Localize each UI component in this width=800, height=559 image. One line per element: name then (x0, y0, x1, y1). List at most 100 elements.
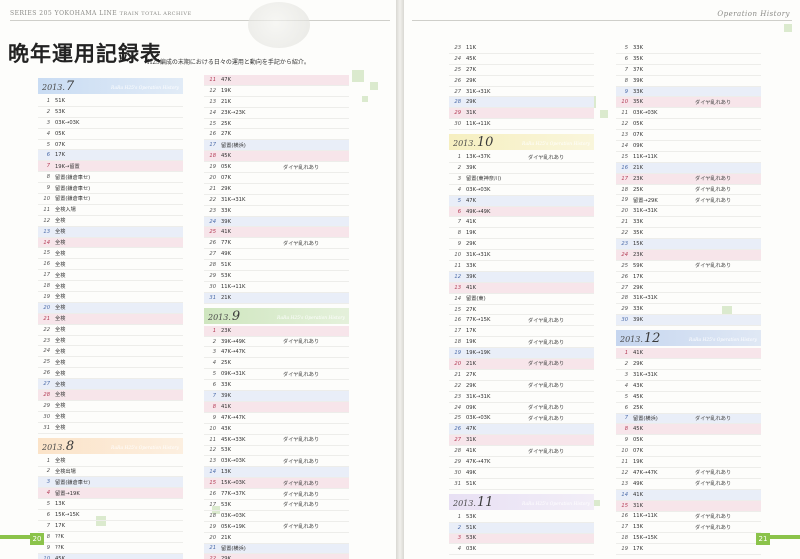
table-row: 12 39K (449, 271, 594, 283)
operation-value: 25K (221, 360, 232, 367)
day-number: 27 (43, 381, 50, 388)
operation-value: 留置(鎌倉車セ) (55, 479, 91, 486)
table-row: 15 25K (204, 119, 349, 130)
operation-value: 33K (633, 44, 644, 51)
operation-value: 全検 (55, 272, 66, 279)
day-number: 17 (209, 501, 216, 508)
operation-value: 05K→19K (221, 523, 246, 530)
day-number: 18 (43, 283, 50, 290)
table-row: 21 33K (616, 217, 761, 229)
table-row: 31 21K (204, 292, 349, 304)
day-number: 10 (209, 425, 216, 432)
decor-square (362, 96, 368, 102)
operation-value: 留置(鎌倉車セ) (55, 196, 91, 203)
day-number: 23 (43, 337, 50, 344)
day-number: 16 (454, 317, 461, 324)
table-row: 18 25K ダイヤ乱れあり (616, 185, 761, 196)
table-row: 4 43K (616, 381, 761, 392)
table-row: 23 11K (449, 43, 594, 54)
table-row: 17 17K (449, 326, 594, 338)
operation-value: 全検 (55, 403, 66, 410)
month-number: 11 (476, 494, 494, 510)
operation-note: ダイヤ乱れあり (695, 470, 732, 477)
day-number: 28 (454, 448, 461, 455)
day-number: 25 (43, 359, 50, 366)
table-row: 10 45K (38, 553, 183, 559)
day-number: 16 (621, 513, 628, 520)
table-row: 26 29K (449, 76, 594, 87)
table-row: 29 47K→47K (449, 457, 594, 468)
operation-value: 11K→11K (633, 153, 658, 160)
day-number: 3 (212, 349, 216, 356)
operation-value: 31K→31K (466, 88, 491, 95)
operation-value: 27K (221, 131, 232, 138)
operation-value: 留置(横浜) (633, 415, 658, 422)
operation-value: 49K (221, 251, 232, 258)
decor-square (352, 70, 364, 82)
table-row: 6 33K (204, 380, 349, 392)
day-number: 14 (621, 142, 628, 149)
table-row: 18 15K→15K (616, 533, 761, 545)
operation-value: 51K (466, 480, 477, 487)
operation-value: 51K (55, 97, 66, 104)
table-row: 6 25K (616, 403, 761, 414)
day-number: 30 (209, 283, 216, 290)
day-number: 25 (454, 415, 461, 422)
month-number: 10 (476, 135, 494, 151)
day-number: 21 (621, 219, 628, 226)
operation-value: 53K (466, 535, 477, 542)
operation-value: 07K (55, 141, 66, 148)
operation-value: 留置(東神奈川) (466, 176, 502, 183)
operation-value: 03K (466, 546, 477, 553)
operation-value: 77K (221, 240, 232, 247)
operation-value: 51K (221, 262, 232, 269)
day-number: 7 (46, 163, 50, 170)
day-number: 14 (43, 239, 50, 246)
operation-value: 21K (221, 98, 232, 105)
day-number: 17 (621, 175, 628, 182)
table-row: 21 留置(横浜) (204, 543, 349, 555)
table-row: 9 ??K (38, 543, 183, 554)
table-row: 19 留置→29K ダイヤ乱れあり (616, 195, 761, 207)
operation-value: 全検 (55, 229, 66, 236)
table-row: 22 全検 (38, 325, 183, 336)
day-number: 22 (209, 196, 216, 203)
table-row: 17 23K ダイヤ乱れあり (616, 173, 761, 185)
table-row: 25 41K (204, 227, 349, 239)
day-number: 30 (454, 121, 461, 128)
day-number: 11 (209, 76, 216, 83)
operation-value: 全検出場 (55, 468, 76, 475)
day-number: 31 (43, 424, 50, 431)
page-number: 20 (30, 533, 44, 545)
decor-square (594, 500, 600, 506)
table-row: 24 09K ダイヤ乱れあり (449, 403, 594, 414)
day-number: 17 (209, 142, 216, 149)
table-row: 22 35K (616, 228, 761, 240)
day-number: 30 (454, 469, 461, 476)
table-row: 19 17K (616, 544, 761, 556)
operation-note: ダイヤ乱れあり (283, 240, 320, 247)
table-row: 15 27K (449, 305, 594, 316)
operation-value: 11K→11K (221, 283, 246, 290)
operation-value: 留置→29K (633, 197, 658, 204)
day-number: 4 (457, 186, 461, 193)
operation-value: 全検 (55, 327, 66, 334)
operation-value: 全検 (55, 338, 66, 345)
operation-note: ダイヤ乱れあり (695, 513, 732, 520)
table-row: 18 03K→03K (204, 511, 349, 522)
year-label: 2013. (42, 83, 65, 92)
day-number: 15 (621, 153, 628, 160)
operation-value: 51K (466, 524, 477, 531)
table-row: 25 59K ダイヤ乱れあり (616, 261, 761, 272)
table-row: 2 53K (38, 107, 183, 118)
table-row: 19 全検 (38, 292, 183, 303)
day-number: 12 (454, 273, 461, 280)
table-row: 9 05K (616, 435, 761, 447)
day-number: 20 (209, 534, 216, 541)
operation-value: 07K (633, 448, 644, 455)
operation-value: 13K (55, 501, 66, 508)
table-row: 1 51K (38, 96, 183, 107)
operation-value: 29K (466, 241, 477, 248)
table-row: 8 留置(鎌倉車セ) (38, 172, 183, 184)
operation-value: 19K→19K (466, 350, 491, 357)
